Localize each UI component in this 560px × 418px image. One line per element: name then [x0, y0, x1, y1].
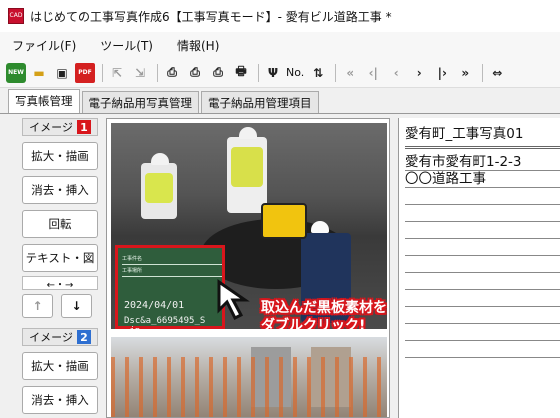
- info-line[interactable]: [405, 188, 560, 205]
- callout-line-1: 取込んだ黒板素材を: [261, 300, 387, 316]
- image2-label: イメージ: [29, 331, 73, 344]
- worker-vest: [145, 173, 173, 203]
- save-icon[interactable]: ▣: [52, 63, 72, 83]
- tab-electronic-photo[interactable]: 電子納品用写真管理: [81, 91, 199, 113]
- blackboard-overlay[interactable]: 工事件名 工事場所 2024/04/01 Dsc&a_6695495_S .jp: [115, 245, 225, 329]
- prev-icon[interactable]: ‹: [386, 63, 406, 83]
- blackboard-date: 2024/04/01: [124, 300, 185, 311]
- toolbar: NEW ▬ ▣ PDF ⇱ ⇲ ⎙ ⎙ ⎙ 🖶 Ψ No. ⇅ « ‹| ‹ ›…: [0, 58, 560, 88]
- zoom-draw-button[interactable]: 拡大・描画: [22, 142, 98, 170]
- info-line[interactable]: [405, 256, 560, 273]
- image2-header: イメージ 2: [22, 328, 98, 346]
- image-sidebar: イメージ 1 拡大・描画 消去・挿入 回転 テキスト・図 ←・→ ↑ ↓ イメー…: [18, 118, 100, 418]
- pdf-icon[interactable]: PDF: [75, 62, 95, 83]
- print-icon[interactable]: 🖶: [231, 63, 251, 83]
- info-lines: 愛有市愛有町1-2-3 〇〇道路工事: [405, 154, 560, 358]
- callout-text: 取込んだ黒板素材を ダブルクリック!: [261, 299, 387, 329]
- info-line[interactable]: [405, 273, 560, 290]
- print-preview2-icon[interactable]: ⎙: [185, 63, 205, 83]
- helmet: [239, 127, 257, 139]
- info-line[interactable]: [405, 341, 560, 358]
- divider: [405, 146, 560, 149]
- last-icon[interactable]: »: [455, 63, 475, 83]
- menu-file[interactable]: ファイル(F): [12, 37, 76, 54]
- callout-line-2: ダブルクリック!: [261, 318, 366, 329]
- photo-info-panel: 愛有町_工事写真01 愛有市愛有町1-2-3 〇〇道路工事: [398, 118, 560, 418]
- menu-tools[interactable]: ツール(T): [100, 37, 153, 54]
- mouse-pointer-icon: [217, 279, 250, 321]
- info-line[interactable]: [405, 307, 560, 324]
- menu-info[interactable]: 情報(H): [177, 37, 219, 54]
- print-setup-icon[interactable]: ⎙: [208, 63, 228, 83]
- info-line[interactable]: [405, 222, 560, 239]
- info-line[interactable]: 愛有市愛有町1-2-3: [405, 154, 560, 171]
- import-icon[interactable]: ⇲: [130, 63, 150, 83]
- first-icon[interactable]: «: [340, 63, 360, 83]
- construction-fence: [111, 357, 387, 417]
- resize-icon[interactable]: ⇔: [487, 63, 507, 83]
- blackboard-id: Dsc&a_6695495_S .jp: [124, 316, 206, 329]
- blackboard-row-place: 工事場所: [122, 266, 222, 277]
- plate-compactor: [261, 203, 307, 239]
- helmet: [151, 153, 169, 165]
- image1-header: イメージ 1: [22, 118, 98, 136]
- info-line[interactable]: [405, 205, 560, 222]
- blackboard-row-name: 工事件名: [122, 254, 222, 265]
- helmet: [311, 221, 329, 233]
- image2-number: 2: [76, 330, 91, 344]
- window-title: はじめての工事写真作成6【工事写真モード】- 愛有ビル道路工事 *: [30, 9, 392, 24]
- tab-bar: 写真帳管理 電子納品用写真管理 電子納品用管理項目: [0, 89, 560, 114]
- export-icon[interactable]: ⇱: [107, 63, 127, 83]
- construction-photo-1[interactable]: 工事件名 工事場所 2024/04/01 Dsc&a_6695495_S .jp…: [111, 123, 387, 329]
- next-page-icon[interactable]: |›: [432, 63, 452, 83]
- open-folder-icon[interactable]: ▬: [29, 63, 49, 83]
- photo-title[interactable]: 愛有町_工事写真01: [405, 122, 523, 142]
- move-down-button[interactable]: ↓: [61, 294, 92, 318]
- info-line[interactable]: [405, 239, 560, 256]
- image1-label: イメージ: [29, 121, 73, 134]
- info-line[interactable]: 〇〇道路工事: [405, 171, 560, 188]
- prev-page-icon[interactable]: ‹|: [363, 63, 383, 83]
- text-figure-button[interactable]: テキスト・図: [22, 244, 98, 272]
- move-buttons: ↑ ↓: [22, 294, 100, 318]
- sort-icon[interactable]: ⇅: [308, 63, 328, 83]
- construction-photo-2[interactable]: [111, 337, 387, 417]
- left-right-arrows[interactable]: ←・→: [22, 276, 98, 291]
- number-label: No.: [286, 66, 305, 79]
- title-bar: CAD はじめての工事写真作成6【工事写真モード】- 愛有ビル道路工事 *: [0, 0, 560, 32]
- print-preview-icon[interactable]: ⎙: [162, 63, 182, 83]
- move-up-button[interactable]: ↑: [22, 294, 53, 318]
- info-line[interactable]: [405, 324, 560, 341]
- rotate-button[interactable]: 回転: [22, 210, 98, 238]
- info-line[interactable]: [405, 290, 560, 307]
- image1-number: 1: [76, 120, 91, 134]
- tab-electronic-items[interactable]: 電子納品用管理項目: [201, 91, 319, 113]
- zoom-draw-button-2[interactable]: 拡大・描画: [22, 352, 98, 380]
- new-icon[interactable]: NEW: [6, 62, 26, 83]
- settings-icon[interactable]: Ψ: [263, 63, 283, 83]
- next-icon[interactable]: ›: [409, 63, 429, 83]
- app-icon: CAD: [8, 8, 24, 24]
- worker-vest: [231, 147, 263, 187]
- menu-bar: ファイル(F) ツール(T) 情報(H): [0, 32, 560, 58]
- erase-insert-button-2[interactable]: 消去・挿入: [22, 386, 98, 414]
- tab-photo-album[interactable]: 写真帳管理: [8, 89, 80, 113]
- photo-panel: 工事件名 工事場所 2024/04/01 Dsc&a_6695495_S .jp…: [106, 118, 390, 418]
- erase-insert-button[interactable]: 消去・挿入: [22, 176, 98, 204]
